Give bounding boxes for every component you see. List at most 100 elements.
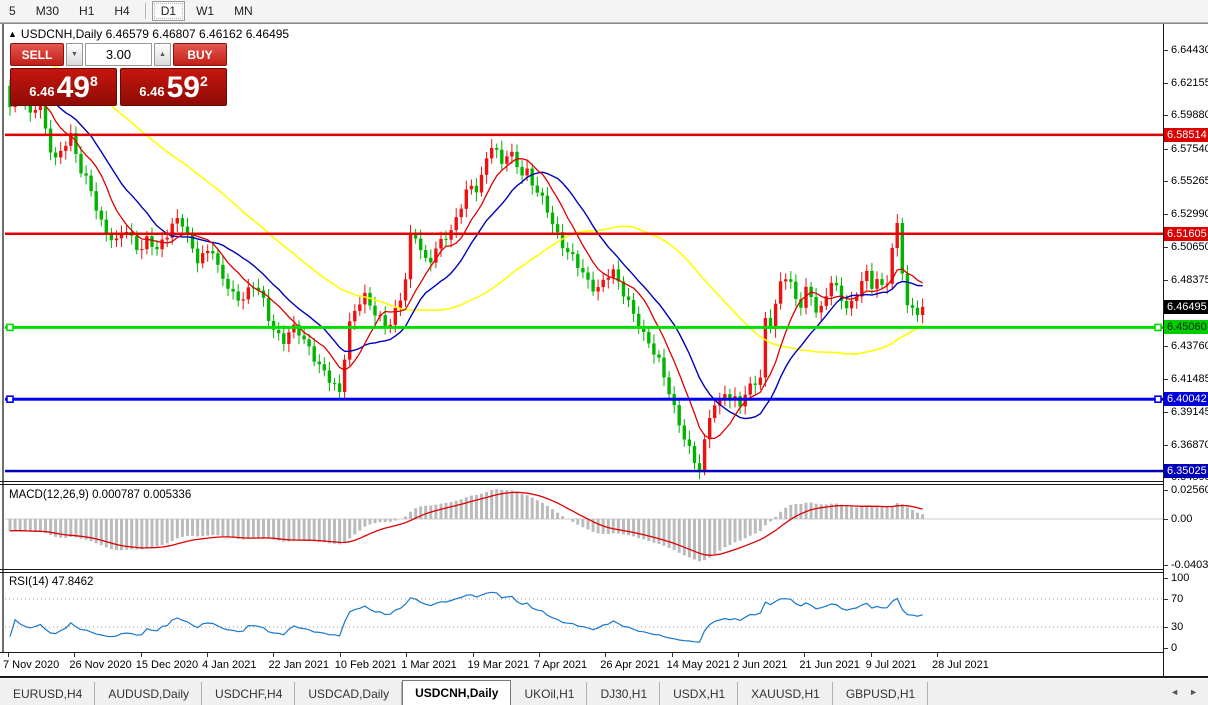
rsi-axis-label: 100: [1171, 572, 1189, 584]
price-axis-tick: [1164, 565, 1168, 566]
window-bottom-border: [0, 676, 1208, 678]
chart-tab-xauusd[interactable]: XAUUSD,H1: [738, 682, 833, 705]
price-axis[interactable]: 6.644306.621556.598806.575406.552656.529…: [1164, 24, 1208, 676]
price-axis-tick: [1164, 648, 1168, 649]
chart-tab-ukoil[interactable]: UKOil,H1: [511, 682, 587, 705]
date-axis-tick: [207, 653, 208, 657]
chart-tab-eurusd[interactable]: EURUSD,H4: [0, 682, 95, 705]
price-axis-label: 6.50650: [1171, 241, 1208, 253]
chart-tab-usdcad[interactable]: USDCAD,Daily: [295, 682, 402, 705]
bid-price-box[interactable]: 6.46 49 8: [10, 68, 117, 106]
rsi-axis-label: 70: [1171, 593, 1183, 605]
bid-price-big: 49: [57, 73, 90, 103]
price-axis-label: 6.62155: [1171, 77, 1208, 89]
window-top-border: [0, 23, 1208, 24]
date-axis[interactable]: 7 Nov 2020 26 Nov 2020 15 Dec 2020 4 Jan 20…: [0, 653, 1163, 676]
pane-splitter[interactable]: [0, 481, 1208, 482]
buy-button[interactable]: BUY: [173, 43, 227, 66]
date-axis-tick: [804, 653, 805, 657]
price-axis-tick: [1164, 149, 1168, 150]
price-axis-tick: [1164, 115, 1168, 116]
ask-price-sup: 2: [200, 73, 208, 89]
macd-axis-label: -0.040386: [1171, 559, 1208, 571]
price-axis-label: 6.55265: [1171, 175, 1208, 187]
level-price-label: 6.51605: [1164, 227, 1208, 241]
timeframe-button-h1[interactable]: H1: [70, 1, 103, 21]
volume-down-button[interactable]: ▼: [66, 43, 83, 66]
macd-axis-label: 0.025609: [1171, 484, 1208, 496]
rsi-axis-label: 0: [1171, 642, 1177, 654]
timeframe-button-m30[interactable]: M30: [27, 1, 68, 21]
price-axis-label: 6.39145: [1171, 406, 1208, 418]
timeframe-button-5[interactable]: 5: [0, 1, 25, 21]
date-axis-label: 15 Dec 2020: [136, 659, 198, 671]
pane-splitter[interactable]: [0, 484, 1208, 485]
level-price-label: 6.40042: [1164, 392, 1208, 406]
date-axis-label: 2 Jun 2021: [733, 659, 787, 671]
tab-scroll-left-icon[interactable]: ◄: [1170, 687, 1179, 697]
price-axis-label: 6.41485: [1171, 373, 1208, 385]
price-axis-tick: [1164, 214, 1168, 215]
level-price-label: 6.35025: [1164, 464, 1208, 478]
price-axis-tick: [1164, 412, 1168, 413]
chart-tab-usdcnh[interactable]: USDCNH,Daily: [402, 680, 511, 705]
chart-tab-dj30[interactable]: DJ30,H1: [587, 682, 660, 705]
bid-price-sup: 8: [90, 73, 98, 89]
date-axis-label: 7 Nov 2020: [3, 659, 59, 671]
chart-tab-audusd[interactable]: AUDUSD,Daily: [95, 682, 202, 705]
price-axis-tick: [1164, 627, 1168, 628]
date-axis-label: 26 Apr 2021: [600, 659, 659, 671]
bid-price-small: 6.46: [29, 84, 54, 99]
rsi-indicator-pane[interactable]: [5, 573, 1163, 652]
date-axis-tick: [340, 653, 341, 657]
window-left-border: [2, 24, 4, 676]
date-axis-label: 4 Jan 2021: [202, 659, 256, 671]
tab-scroll-right-icon[interactable]: ►: [1189, 687, 1198, 697]
timeframe-button-w1[interactable]: W1: [187, 1, 223, 21]
date-axis-label: 9 Jul 2021: [866, 659, 917, 671]
chart-title: ▲ USDCNH,Daily 6.46579 6.46807 6.46162 6…: [8, 27, 289, 41]
date-axis-tick: [141, 653, 142, 657]
price-axis-tick: [1164, 490, 1168, 491]
date-axis-tick: [539, 653, 540, 657]
volume-up-button[interactable]: ▲: [154, 43, 171, 66]
date-axis-tick: [8, 653, 9, 657]
date-axis-label: 26 Nov 2020: [69, 659, 131, 671]
chart-title-text: USDCNH,Daily 6.46579 6.46807 6.46162 6.4…: [21, 27, 289, 41]
price-axis-label: 6.48375: [1171, 274, 1208, 286]
date-axis-label: 19 Mar 2021: [468, 659, 530, 671]
price-axis-tick: [1164, 50, 1168, 51]
price-axis-tick: [1164, 181, 1168, 182]
timeframe-button-h4[interactable]: H4: [105, 1, 138, 21]
tab-scroll-controls: ◄►: [1170, 679, 1208, 705]
ask-price-box[interactable]: 6.46 59 2: [120, 68, 227, 106]
sell-button[interactable]: SELL: [10, 43, 64, 66]
pane-splitter[interactable]: [0, 569, 1208, 570]
price-axis-label: 6.59880: [1171, 109, 1208, 121]
ask-price-big: 59: [167, 73, 200, 103]
date-axis-label: 21 Jun 2021: [799, 659, 860, 671]
pane-splitter[interactable]: [0, 572, 1208, 573]
date-axis-tick: [273, 653, 274, 657]
price-axis-label: 6.52990: [1171, 208, 1208, 220]
date-axis-label: 7 Apr 2021: [534, 659, 587, 671]
ask-price-small: 6.46: [139, 84, 164, 99]
timeframe-button-mn[interactable]: MN: [225, 1, 262, 21]
date-axis-tick: [738, 653, 739, 657]
timeframe-button-d1[interactable]: D1: [152, 1, 185, 21]
volume-input[interactable]: [85, 43, 152, 66]
chart-tab-gbpusd[interactable]: GBPUSD,H1: [833, 682, 928, 705]
macd-axis-label: 0.00: [1171, 513, 1192, 525]
chart-tab-usdchf[interactable]: USDCHF,H4: [202, 682, 295, 705]
timeframe-toolbar: 5M30H1H4 D1W1MN: [0, 0, 1208, 23]
price-axis-label: 6.36870: [1171, 439, 1208, 451]
current-price-label: 6.46495: [1164, 300, 1208, 314]
macd-label: MACD(12,26,9) 0.000787 0.005336: [9, 489, 191, 501]
date-axis-label: 10 Feb 2021: [335, 659, 397, 671]
chart-tab-usdx[interactable]: USDX,H1: [660, 682, 738, 705]
date-axis-tick: [871, 653, 872, 657]
price-axis-tick: [1164, 280, 1168, 281]
collapse-triangle-icon[interactable]: ▲: [8, 29, 17, 39]
chart-tab-bar: EURUSD,H4AUDUSD,DailyUSDCHF,H4USDCAD,Dai…: [0, 679, 1208, 705]
price-axis-tick: [1164, 83, 1168, 84]
